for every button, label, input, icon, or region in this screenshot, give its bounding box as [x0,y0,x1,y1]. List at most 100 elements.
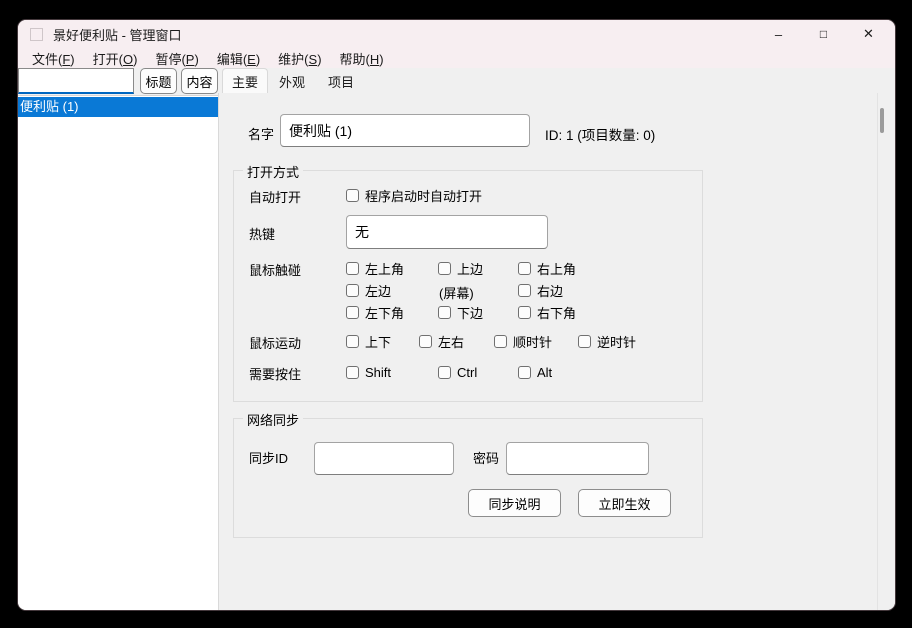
close-button[interactable]: ✕ [846,20,891,48]
checkbox-touch-right[interactable]: 右边 [518,282,563,298]
checkbox-touch-bottom-label: 下边 [457,303,483,322]
checkbox-touch-top-label: 上边 [457,259,483,278]
checkbox-icon [346,284,359,297]
menu-edit-key: E [247,52,256,67]
sync-id-label: 同步ID [249,448,288,467]
open-method-group-title: 打开方式 [243,162,303,181]
checkbox-auto-open[interactable]: 程序启动时自动打开 [346,187,482,203]
maximize-button[interactable]: □ [801,20,846,48]
sync-id-input[interactable] [314,442,454,475]
checkbox-icon [438,306,451,319]
checkbox-icon [438,262,451,275]
tab-main[interactable]: 主要 [222,68,268,94]
checkbox-auto-open-label: 程序启动时自动打开 [365,186,482,205]
checkbox-motion-leftright-label: 左右 [438,332,464,351]
checkbox-icon [518,262,531,275]
menu-maintain-close: ) [317,52,321,67]
menu-file[interactable]: 文件(F) [23,49,84,68]
note-list[interactable]: 便利贴 (1) [18,95,218,610]
list-item-selected[interactable]: 便利贴 (1) [18,97,218,117]
menu-pause-close: ) [194,52,198,67]
checkbox-hold-alt-label: Alt [537,365,552,380]
checkbox-icon [346,262,359,275]
checkbox-touch-bottom-right-label: 右下角 [537,303,576,322]
menu-pause[interactable]: 暂停(P) [146,49,207,68]
password-input[interactable] [506,442,649,475]
checkbox-motion-clockwise[interactable]: 顺时针 [494,333,552,349]
auto-open-label: 自动打开 [249,187,301,206]
checkbox-touch-bottom-left-label: 左下角 [365,303,404,322]
name-input[interactable] [280,114,530,147]
menu-open-close: ) [133,52,137,67]
scrollbar-thumb[interactable] [880,108,884,133]
hotkey-label: 热键 [249,224,275,243]
checkbox-touch-top-right[interactable]: 右上角 [518,260,576,276]
tab-appearance[interactable]: 外观 [271,69,313,93]
checkbox-hold-shift[interactable]: Shift [346,364,391,380]
menu-edit-close: ) [256,52,260,67]
checkbox-icon [518,366,531,379]
filter-content-button[interactable]: 内容 [181,68,218,94]
checkbox-hold-alt[interactable]: Alt [518,364,552,380]
checkbox-motion-updown-label: 上下 [365,332,391,351]
menu-bar: 文件(F) 打开(O) 暂停(P) 编辑(E) 维护(S) 帮助(H) [18,48,895,68]
menu-file-close: ) [70,52,74,67]
checkbox-touch-top-right-label: 右上角 [537,259,576,278]
open-method-group: 打开方式 自动打开 程序启动时自动打开 热键 鼠标触碰 左上角 上边 右上角 左… [233,170,703,402]
sync-help-button[interactable]: 同步说明 [468,489,561,517]
checkbox-touch-left-label: 左边 [365,281,391,300]
name-label: 名字 [248,124,274,143]
checkbox-icon [346,335,359,348]
checkbox-touch-top[interactable]: 上边 [438,260,483,276]
password-label: 密码 [473,448,499,467]
search-input[interactable] [18,68,134,94]
menu-maintain-key: S [309,52,318,67]
checkbox-touch-top-left-label: 左上角 [365,259,404,278]
checkbox-touch-bottom-right[interactable]: 右下角 [518,304,576,320]
checkbox-motion-leftright[interactable]: 左右 [419,333,464,349]
hold-key-label: 需要按住 [249,364,301,383]
window-title: 景好便利贴 - 管理窗口 [53,25,182,44]
checkbox-icon [518,284,531,297]
menu-maintain-label: 维护( [278,52,308,67]
checkbox-icon [438,366,451,379]
minimize-button[interactable]: – [756,20,801,48]
checkbox-hold-ctrl[interactable]: Ctrl [438,364,477,380]
checkbox-touch-bottom[interactable]: 下边 [438,304,483,320]
checkbox-touch-bottom-left[interactable]: 左下角 [346,304,404,320]
menu-open[interactable]: 打开(O) [84,49,147,68]
filter-title-button[interactable]: 标题 [140,68,177,94]
menu-help-key: H [370,52,379,67]
window-controls: – □ ✕ [756,20,891,48]
menu-pause-label: 暂停( [155,52,185,67]
menu-maintain[interactable]: 维护(S) [269,49,330,68]
menu-edit-label: 编辑( [217,52,247,67]
mouse-touch-label: 鼠标触碰 [249,260,301,279]
screen-note: (屏幕) [439,283,474,302]
checkbox-motion-clockwise-label: 顺时针 [513,332,552,351]
menu-help-label: 帮助( [340,52,370,67]
tab-items[interactable]: 项目 [319,69,363,93]
checkbox-icon [346,306,359,319]
checkbox-touch-left[interactable]: 左边 [346,282,391,298]
checkbox-touch-top-left[interactable]: 左上角 [346,260,404,276]
menu-help-close: ) [379,52,383,67]
scrollbar-track [877,93,878,610]
checkbox-motion-counterclockwise[interactable]: 逆时针 [578,333,636,349]
checkbox-icon [518,306,531,319]
checkbox-touch-right-label: 右边 [537,281,563,300]
checkbox-icon [494,335,507,348]
menu-file-label: 文件( [32,52,62,67]
apply-now-button[interactable]: 立即生效 [578,489,671,517]
menu-open-label: 打开( [93,52,123,67]
hotkey-input[interactable] [346,215,548,249]
menu-edit[interactable]: 编辑(E) [208,49,269,68]
checkbox-hold-ctrl-label: Ctrl [457,365,477,380]
network-sync-group: 网络同步 同步ID 密码 同步说明 立即生效 [233,418,703,538]
checkbox-motion-updown[interactable]: 上下 [346,333,391,349]
checkbox-icon [346,189,359,202]
menu-open-key: O [123,52,133,67]
checkbox-icon [419,335,432,348]
checkbox-icon [346,366,359,379]
menu-help[interactable]: 帮助(H) [331,49,393,68]
